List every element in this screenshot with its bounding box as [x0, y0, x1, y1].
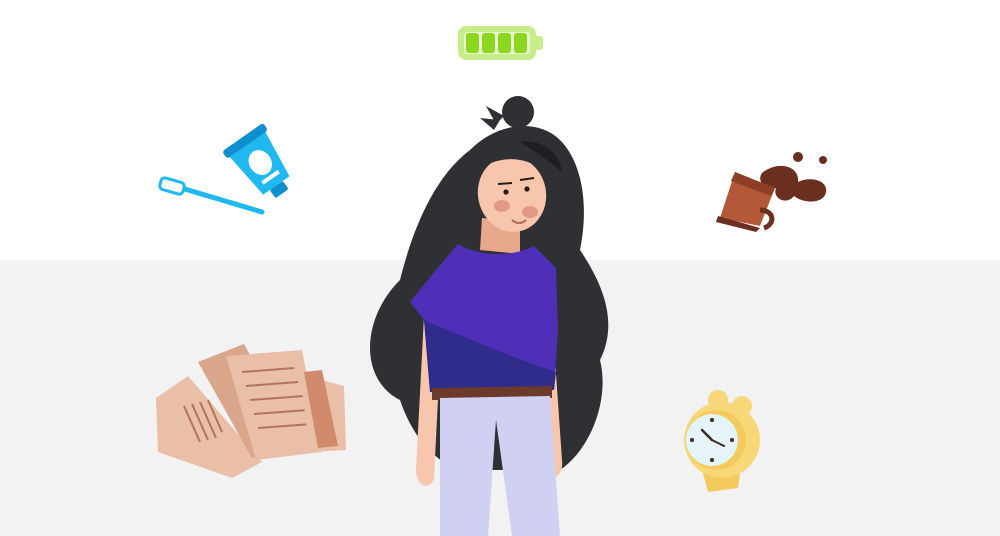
- spilled-coffee-icon: [716, 152, 827, 232]
- toothbrush-icon: [158, 176, 265, 215]
- alarm-clock-icon: [684, 390, 760, 492]
- battery-cell: [482, 33, 495, 53]
- battery-icon: [458, 26, 543, 60]
- battery-cell: [466, 33, 479, 53]
- tired-morning-scene: [0, 0, 1000, 536]
- tired-girl-illustration: [370, 96, 609, 536]
- toothpaste-icon: [223, 123, 290, 198]
- hair-bun: [502, 96, 534, 128]
- battery-cell: [498, 33, 511, 53]
- battery-cell: [514, 33, 527, 53]
- illustration-canvas: [156, 26, 827, 536]
- papers-icon: [156, 344, 346, 478]
